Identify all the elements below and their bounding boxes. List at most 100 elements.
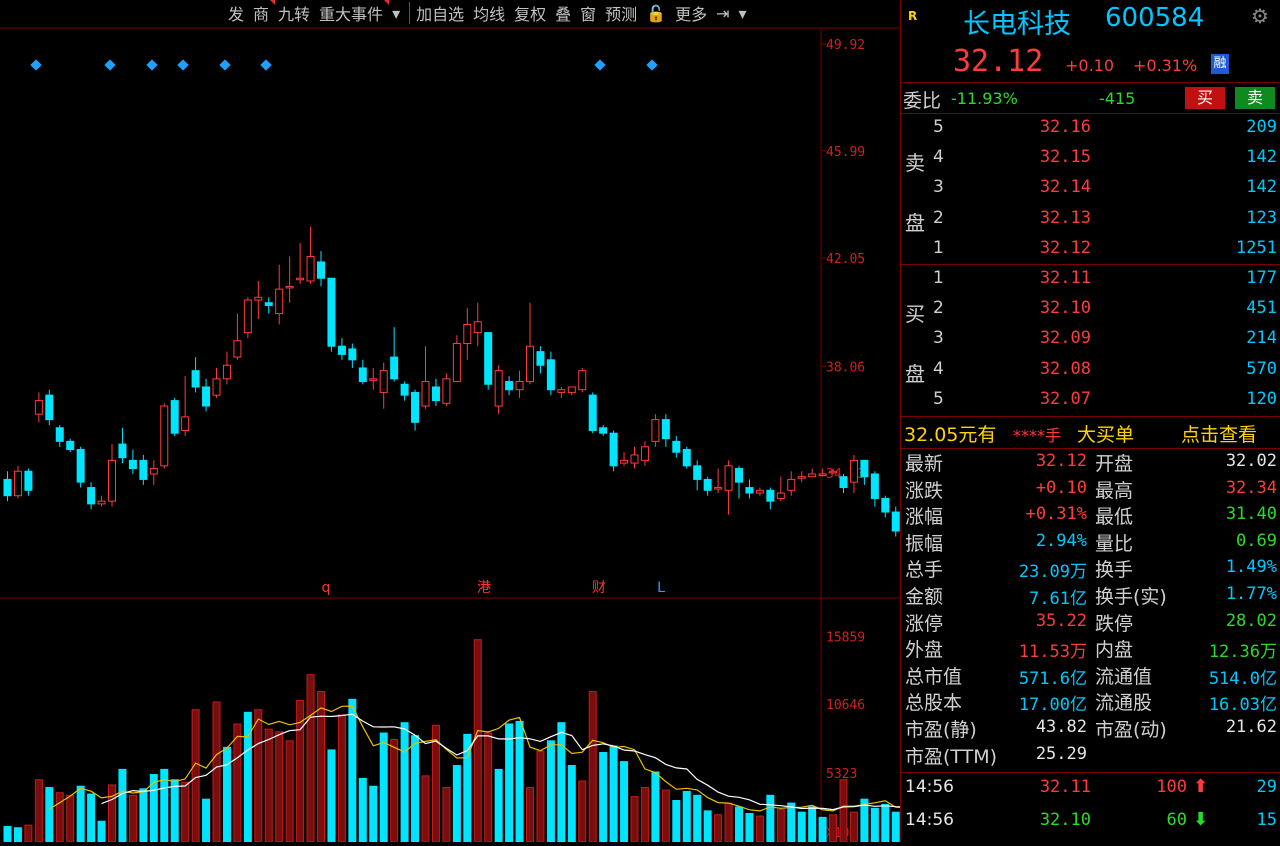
sell-button[interactable]: 卖 — [1235, 87, 1275, 109]
candle-body — [202, 386, 211, 407]
toolbar-item-0[interactable]: 发 — [228, 1, 244, 25]
sell-level-volume: 209 — [1246, 117, 1277, 137]
volume-bar — [620, 761, 629, 843]
toolbar-item-5[interactable]: 加自选 — [416, 1, 464, 25]
candle-body — [515, 381, 524, 391]
candle-body — [87, 487, 96, 505]
toolbar-item-8[interactable]: 叠 — [555, 1, 571, 25]
candle-body — [181, 416, 190, 431]
candle-body — [118, 443, 127, 459]
stat-label: 跌停 — [1095, 612, 1134, 635]
toolbar-item-2[interactable]: 九转 — [278, 1, 310, 25]
sell-side-label-2: 盘 — [905, 211, 925, 235]
candle-body — [484, 332, 493, 385]
volume-bar — [546, 740, 555, 843]
stat-value: 514.0亿 — [1208, 668, 1277, 689]
toolbar-item-1[interactable]: 商 — [253, 0, 276, 25]
volume-bar — [254, 709, 263, 843]
sell-level-price[interactable]: 32.15 — [1001, 147, 1091, 167]
candle-body — [776, 492, 785, 499]
volume-bar — [808, 806, 817, 843]
candle-body — [494, 370, 503, 407]
sell-level-num: 4 — [933, 147, 944, 168]
chart-toolbar: 发商九转 重大事件 ▾ 加自选 均线 复权叠窗预测 🔓 更多 ⇥ ▾ — [228, 0, 756, 26]
candle-body — [3, 478, 12, 497]
candle-body — [296, 277, 305, 281]
volume-bar — [212, 701, 221, 843]
sell-level-price[interactable]: 32.12 — [1001, 238, 1091, 258]
price-axis-label: 45.99 — [826, 145, 865, 160]
toolbar-item-7[interactable]: 复权 — [514, 1, 546, 25]
margin-badge: 融 — [1211, 54, 1229, 74]
toolbar-item-10[interactable]: 预测 — [605, 1, 637, 25]
sell-level-num: 2 — [933, 207, 944, 228]
volume-axis-label: 15859 — [826, 630, 865, 645]
candle-body — [703, 478, 712, 491]
weibi-pct: -11.93% — [951, 89, 1018, 108]
diamond-marker-icon — [177, 59, 189, 71]
tick-count: 29 — [1256, 777, 1277, 797]
toolbar-item-4[interactable]: ▾ — [392, 4, 400, 23]
sell-level-volume: 1251 — [1236, 237, 1277, 258]
volume-bar — [693, 794, 702, 843]
big-order-row[interactable]: 32.05元有 ****手 大买单 点击查看 — [901, 418, 1280, 448]
volume-bar — [170, 779, 179, 843]
divider — [901, 416, 1280, 417]
candle-body — [630, 454, 639, 464]
candle-body — [45, 394, 54, 421]
divider — [901, 448, 1280, 449]
volume-bar — [578, 780, 587, 843]
stat-label: 市盈(TTM) — [905, 745, 998, 768]
sell-level-price[interactable]: 32.13 — [1001, 208, 1091, 228]
toolbar-item-9[interactable]: 窗 — [580, 1, 596, 25]
candle-body — [306, 256, 315, 282]
volume-bar — [766, 794, 775, 843]
candle-body — [609, 432, 618, 467]
candle-body — [714, 487, 723, 490]
big-order-link[interactable]: 点击查看 — [1181, 420, 1257, 447]
toolbar-item-14[interactable]: ▾ — [739, 4, 747, 23]
candle-body — [254, 296, 263, 301]
toolbar-item-12[interactable]: 更多 — [675, 1, 707, 25]
candle-body — [358, 367, 367, 383]
sell-side-label-1: 卖 — [905, 151, 925, 175]
stat-label: 最高 — [1095, 479, 1134, 502]
stat-value: 17.00亿 — [1018, 695, 1087, 716]
toolbar-item-13[interactable]: ⇥ — [716, 4, 729, 23]
sell-level-price[interactable]: 32.16 — [1001, 117, 1091, 137]
volume-bar — [181, 781, 190, 843]
sell-level-num: 3 — [933, 177, 944, 198]
buy-level-price[interactable]: 32.09 — [1001, 328, 1091, 348]
stat-label: 涨幅 — [905, 506, 944, 529]
volume-bar — [358, 777, 367, 843]
volume-bar — [703, 810, 712, 843]
kline-chart-area[interactable]: 49.9245.9942.0538.0634.1315859106465323X… — [0, 0, 911, 843]
toolbar-item-6[interactable]: 均线 — [473, 1, 505, 25]
buy-button[interactable]: 买 — [1185, 87, 1225, 109]
candle-body — [212, 378, 221, 396]
stat-value: 11.53万 — [1018, 642, 1087, 663]
buy-level-price[interactable]: 32.07 — [1001, 389, 1091, 409]
candle-body — [693, 465, 702, 480]
volume-bar — [45, 787, 54, 843]
tick-price: 32.11 — [1039, 777, 1091, 797]
volume-bar — [567, 764, 576, 843]
gear-icon[interactable]: ⚙ — [1251, 4, 1269, 28]
sell-level-price[interactable]: 32.14 — [1001, 177, 1091, 197]
toolbar-item-3[interactable]: 重大事件 — [319, 0, 390, 25]
toolbar-item-11[interactable]: 🔓 — [646, 4, 666, 23]
volume-bar — [515, 720, 524, 843]
buy-side-label-1: 买 — [905, 302, 925, 326]
stat-value: 12.36万 — [1208, 642, 1277, 663]
buy-level-price[interactable]: 32.10 — [1001, 298, 1091, 318]
kline-svg[interactable]: 49.9245.9942.0538.0634.1315859106465323X… — [0, 0, 911, 843]
volume-bar — [411, 735, 420, 843]
buy-level-price[interactable]: 32.08 — [1001, 359, 1091, 379]
stat-value: 28.02 — [1225, 610, 1277, 631]
price-change: +0.10 — [1065, 56, 1115, 75]
buy-side-label-2: 盘 — [905, 362, 925, 386]
buy-level-price[interactable]: 32.11 — [1001, 268, 1091, 288]
weibi-diff: -415 — [1099, 89, 1136, 108]
weibi-row: 委比 -11.93% -415 买 卖 — [901, 84, 1280, 112]
candle-body — [108, 459, 116, 502]
